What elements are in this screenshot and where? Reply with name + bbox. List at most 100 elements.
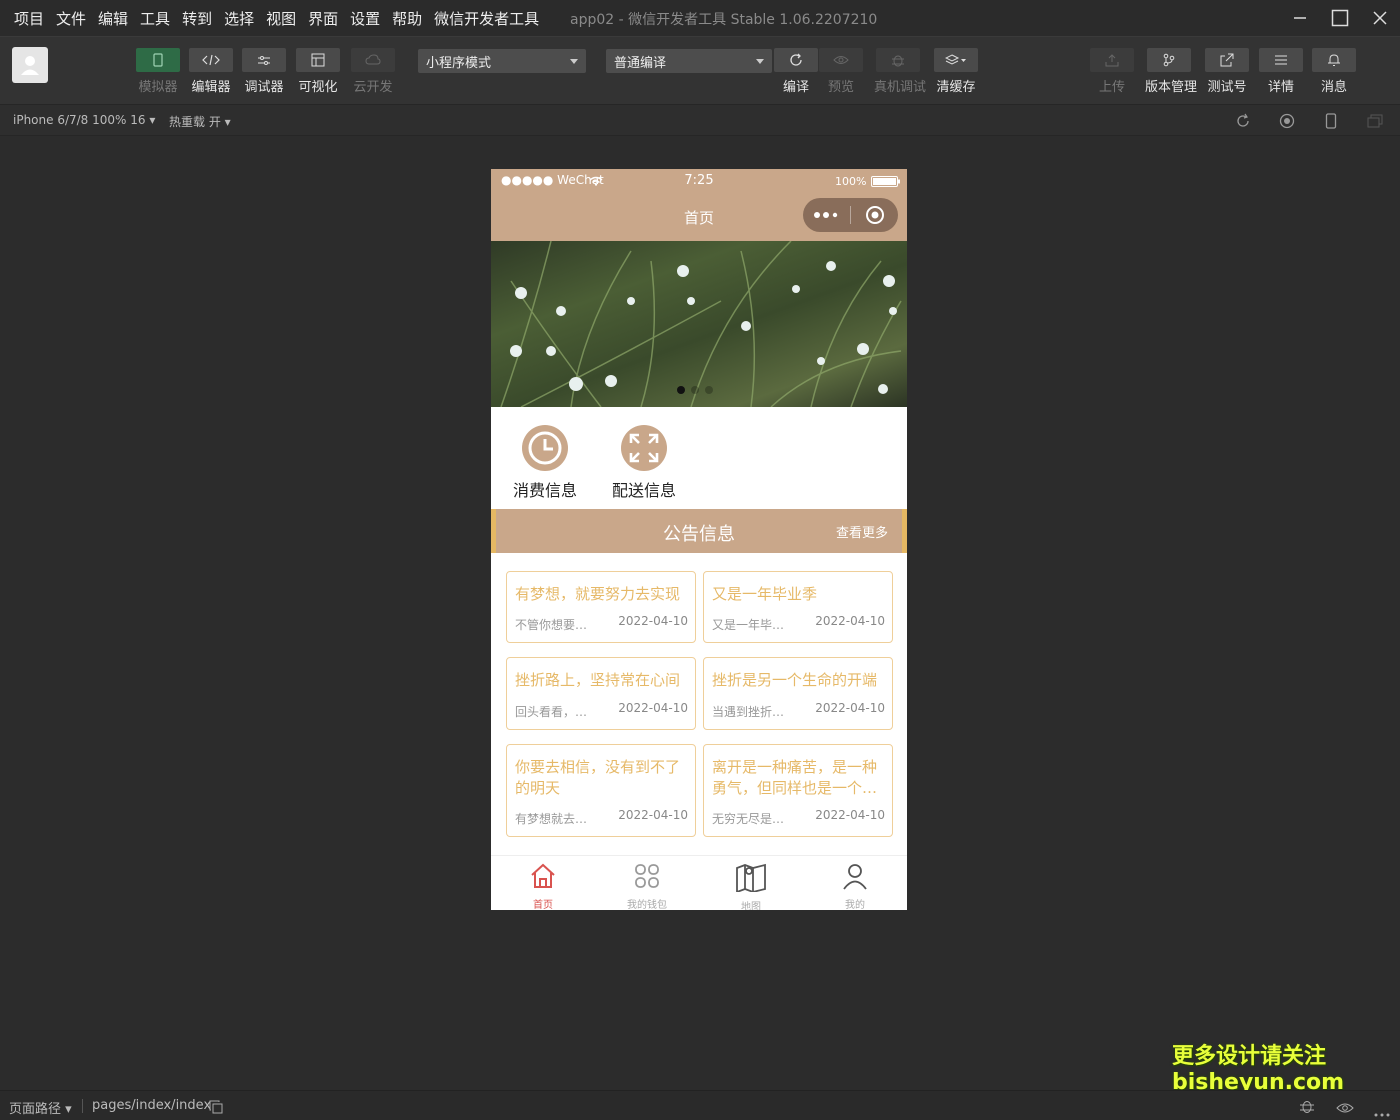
rotate-button[interactable]	[1234, 112, 1252, 130]
user-icon	[21, 56, 39, 75]
tab-map[interactable]: 地图	[699, 856, 803, 910]
copy-icon	[209, 1100, 223, 1114]
notice-card-date: 2022-04-10	[618, 701, 688, 715]
device-frame-button[interactable]	[1322, 112, 1340, 130]
battery-percent: 100%	[835, 175, 867, 188]
external-link-icon	[1220, 53, 1234, 67]
test-account-button[interactable]	[1205, 48, 1249, 72]
more-options-button[interactable]	[1374, 1102, 1390, 1120]
banner-carousel[interactable]	[491, 241, 907, 407]
menu-tools[interactable]: 工具	[140, 8, 170, 29]
editor-label: 编辑器	[191, 80, 231, 95]
clock-icon	[528, 431, 562, 465]
upload-button[interactable]	[1090, 48, 1134, 72]
debug-button[interactable]	[1298, 1098, 1316, 1118]
notice-card[interactable]: 又是一年毕业季 又是一年毕… 2022-04-10	[703, 571, 893, 643]
menu-view[interactable]: 视图	[266, 8, 296, 29]
quick-delivery[interactable]: 配送信息	[609, 425, 679, 501]
menu-lines-icon	[1275, 55, 1287, 65]
compile-button[interactable]	[774, 48, 818, 72]
visual-button[interactable]	[296, 48, 340, 72]
detach-button[interactable]	[1366, 112, 1384, 130]
menu-file[interactable]: 文件	[56, 8, 86, 29]
menu-project[interactable]: 项目	[14, 8, 44, 29]
notice-card[interactable]: 挫折路上，坚持常在心间 回头看看，… 2022-04-10	[506, 657, 696, 730]
compile-label: 编译	[782, 80, 809, 95]
details-tool[interactable]: 详情	[1257, 48, 1305, 95]
clear-cache-button[interactable]	[934, 48, 978, 72]
clear-cache-tool[interactable]: 清缓存	[932, 48, 980, 95]
close-miniprogram-button[interactable]	[851, 205, 898, 225]
notice-card[interactable]: 你要去相信，没有到不了的明天 有梦想就去… 2022-04-10	[506, 744, 696, 837]
notice-card-date: 2022-04-10	[815, 808, 885, 822]
mode-select[interactable]: 小程序模式	[418, 49, 586, 73]
upload-label: 上传	[1098, 80, 1125, 95]
real-debug-label: 真机调试	[874, 80, 927, 95]
menu-select[interactable]: 选择	[224, 8, 254, 29]
page-path: pages/index/index	[92, 1098, 212, 1113]
compile-mode-select[interactable]: 普通编译	[606, 49, 772, 73]
more-button[interactable]	[803, 211, 850, 219]
debugger-tool[interactable]: 调试器	[240, 48, 288, 95]
notice-card[interactable]: 有梦想，就要努力去实现 不管你想要… 2022-04-10	[506, 571, 696, 643]
tab-wallet-label: 我的钱包	[627, 900, 667, 910]
quick-consumption[interactable]: 消费信息	[510, 425, 580, 501]
editor-button[interactable]	[189, 48, 233, 72]
notice-card[interactable]: 挫折是另一个生命的开端 当遇到挫折… 2022-04-10	[703, 657, 893, 730]
hot-reload-toggle[interactable]: 热重载 开 ▾	[169, 113, 231, 130]
test-account-tool[interactable]: 测试号	[1203, 48, 1251, 95]
preview-toggle[interactable]	[1336, 1099, 1354, 1118]
simulator-bar: iPhone 6/7/8 100% 16 ▾ 热重载 开 ▾	[0, 104, 1400, 136]
editor-tool[interactable]: 编辑器	[187, 48, 235, 95]
menu-interface[interactable]: 界面	[308, 8, 338, 29]
notice-card[interactable]: 离开是一种痛苦，是一种勇气，但同样也是一个… 无穷无尽是… 2022-04-10	[703, 744, 893, 837]
carousel-dot[interactable]	[705, 386, 713, 394]
test-account-label: 测试号	[1207, 80, 1247, 95]
maximize-icon	[1331, 9, 1349, 27]
device-select[interactable]: iPhone 6/7/8 100% 16 ▾	[13, 113, 155, 127]
preview-tool[interactable]: 预览	[817, 48, 865, 95]
preview-button[interactable]	[819, 48, 863, 72]
messages-button[interactable]	[1312, 48, 1356, 72]
clock-circle	[522, 425, 568, 471]
maximize-button[interactable]	[1320, 0, 1360, 36]
menu-edit[interactable]: 编辑	[98, 8, 128, 29]
simulator-tool[interactable]: 模拟器	[134, 48, 182, 95]
menu-goto[interactable]: 转到	[182, 8, 212, 29]
messages-tool[interactable]: 消息	[1310, 48, 1358, 95]
notice-card-date: 2022-04-10	[815, 614, 885, 628]
upload-tool[interactable]: 上传	[1088, 48, 1136, 95]
compile-tool[interactable]: 编译	[772, 48, 820, 95]
copy-button[interactable]	[209, 1099, 223, 1118]
battery-icon	[871, 176, 900, 187]
user-avatar[interactable]	[12, 47, 48, 83]
version-button[interactable]	[1147, 48, 1191, 72]
tab-home[interactable]: 首页	[491, 856, 595, 910]
carousel-dot[interactable]	[691, 386, 699, 394]
minimize-button[interactable]	[1280, 0, 1320, 36]
carousel-dot[interactable]	[677, 386, 685, 394]
close-button[interactable]	[1360, 0, 1400, 36]
page-path-select[interactable]: 页面路径 ▾	[9, 1098, 72, 1117]
notice-more-link[interactable]: 查看更多	[836, 522, 888, 541]
menu-help[interactable]: 帮助	[392, 8, 422, 29]
record-button[interactable]	[1278, 112, 1296, 130]
menu-settings[interactable]: 设置	[350, 8, 380, 29]
cloud-tool[interactable]: 云开发	[349, 48, 397, 95]
real-debug-tool[interactable]: 真机调试	[874, 48, 927, 95]
chevron-down-icon	[756, 58, 764, 64]
real-debug-button[interactable]	[876, 48, 920, 72]
capsule-menu	[803, 198, 898, 232]
simulator-button[interactable]	[136, 48, 180, 72]
visual-tool[interactable]: 可视化	[294, 48, 342, 95]
debugger-button[interactable]	[242, 48, 286, 72]
tab-mine[interactable]: 我的	[803, 856, 907, 910]
details-button[interactable]	[1259, 48, 1303, 72]
tab-wallet[interactable]: 我的钱包	[595, 856, 699, 910]
menu-wechat-devtools[interactable]: 微信开发者工具	[434, 8, 539, 29]
version-tool[interactable]: 版本管理	[1145, 48, 1197, 95]
debugger-label: 调试器	[244, 80, 284, 95]
upload-icon	[1105, 54, 1119, 67]
chevron-down-icon	[570, 58, 578, 64]
cloud-button[interactable]	[351, 48, 395, 72]
